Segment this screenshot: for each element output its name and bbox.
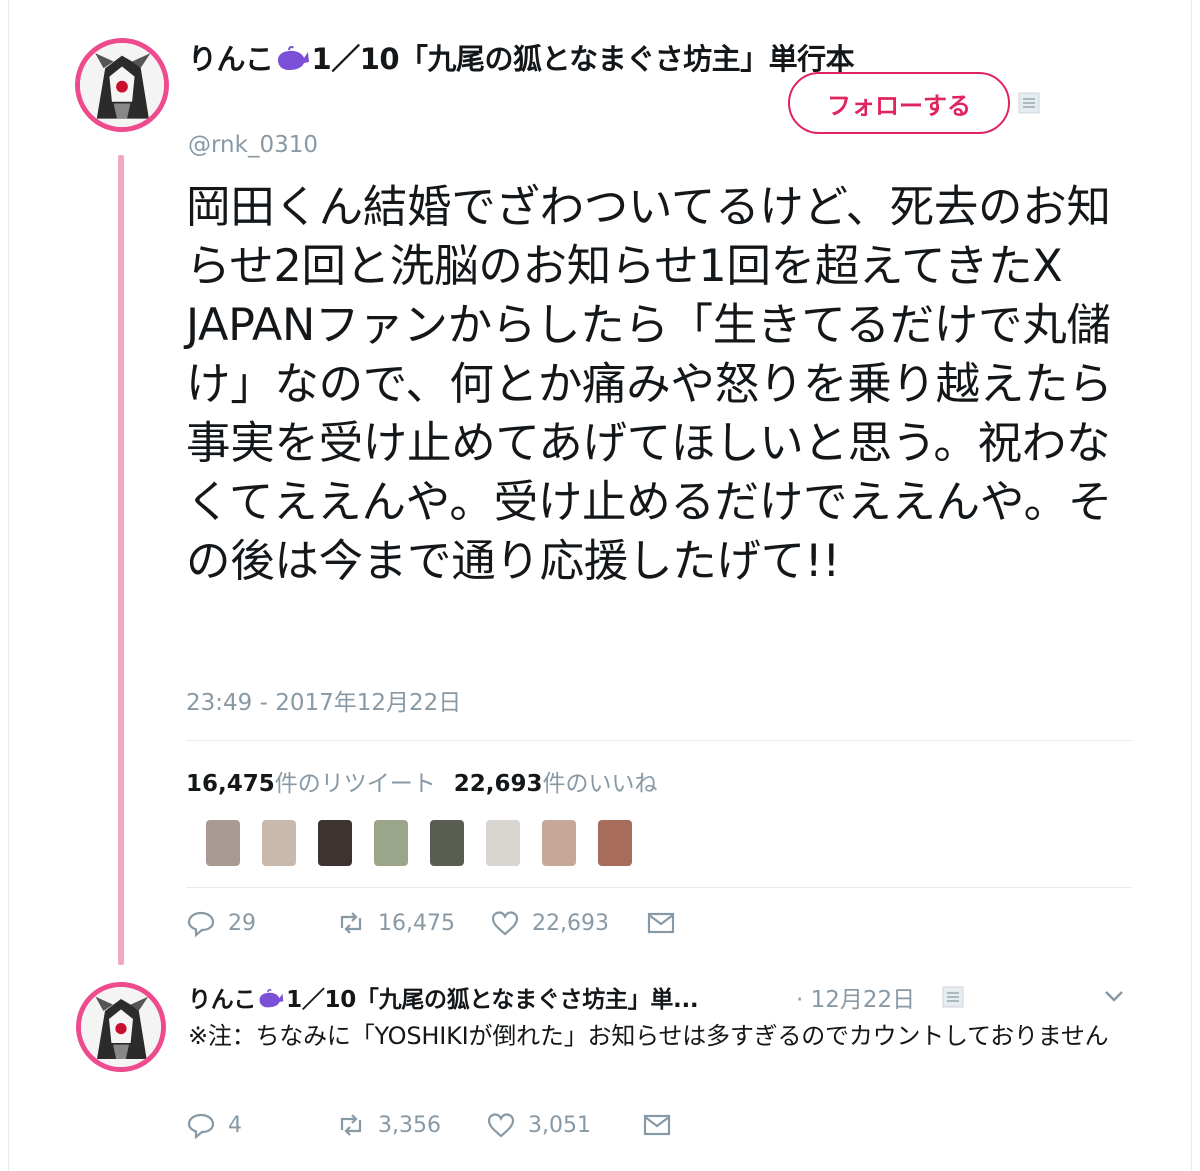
avatar-illustration [81, 987, 161, 1067]
reply-button[interactable]: 4 [186, 1110, 336, 1140]
envelope-icon [643, 1114, 671, 1136]
avatar-illustration [80, 43, 164, 127]
chevron-down-icon[interactable] [1100, 984, 1128, 1008]
reply-display-name-text: りんこ [188, 987, 257, 1013]
retweet-stat[interactable]: 16,475件のリツイート [186, 771, 436, 797]
like-action-count: 22,693 [532, 910, 609, 936]
heart-icon [491, 911, 519, 936]
more-icon[interactable] [1018, 92, 1040, 114]
liker-avatar[interactable] [374, 820, 408, 866]
reply-actions: 4 3,356 3,051 [186, 1110, 672, 1140]
like-label: 件のいいね [542, 771, 658, 797]
like-button[interactable]: 22,693 [490, 908, 646, 938]
like-action-count: 3,051 [528, 1112, 591, 1138]
reply-display-name[interactable]: りんこ 1／10「九尾の狐となまぐさ坊主」単... [188, 980, 699, 1014]
retweet-action-count: 3,356 [378, 1112, 441, 1138]
retweet-count: 16,475 [186, 771, 275, 797]
reply-text: ※注：ちなみに「YOSHIKIが倒れた」お知らせは多すぎるのでカウントしておりま… [188, 1022, 1109, 1050]
avatar[interactable] [75, 38, 169, 132]
reply-avatar[interactable] [76, 982, 166, 1072]
display-name-title: 1／10「九尾の狐となまぐさ坊主」単行本 [311, 42, 855, 76]
user-handle[interactable]: @rnk_0310 [188, 132, 318, 158]
likers-avatars [186, 800, 1132, 888]
reply-display-name-title: 1／10「九尾の狐となまぐさ坊主」単... [286, 987, 699, 1013]
reply-count: 29 [228, 910, 256, 936]
message-button[interactable] [646, 908, 676, 938]
liker-avatar[interactable] [206, 820, 240, 866]
retweet-button[interactable]: 3,356 [336, 1110, 486, 1140]
reply-icon [187, 911, 215, 938]
liker-avatar[interactable] [262, 820, 296, 866]
reply-count: 4 [228, 1112, 242, 1138]
liker-avatar[interactable] [318, 820, 352, 866]
reply-button[interactable]: 29 [186, 908, 336, 938]
follow-button[interactable]: フォローする [788, 72, 1010, 134]
like-count: 22,693 [453, 771, 543, 797]
display-name-text: りんこ [188, 42, 274, 76]
divider [186, 740, 1132, 741]
whale-icon [277, 46, 309, 70]
retweet-action-count: 16,475 [378, 910, 455, 936]
liker-avatar[interactable] [430, 820, 464, 866]
retweet-button[interactable]: 16,475 [336, 908, 490, 938]
reply-date[interactable]: · 12月22日 [796, 980, 915, 1014]
liker-avatar[interactable] [542, 820, 576, 866]
tweet-timestamp[interactable]: 23:49 - 2017年12月22日 [186, 683, 461, 717]
reply-icon [187, 1113, 215, 1140]
whale-icon [259, 989, 284, 1008]
envelope-icon [647, 912, 675, 934]
retweet-label: 件のリツイート [274, 771, 436, 797]
tweet-stats: 16,475件のリツイート 22,693件のいいね [186, 764, 658, 798]
thread-line [118, 155, 124, 965]
retweet-icon [340, 912, 362, 934]
more-icon[interactable] [942, 986, 964, 1008]
message-button[interactable] [642, 1110, 672, 1140]
liker-avatar[interactable] [598, 820, 632, 866]
heart-icon [487, 1113, 515, 1138]
liker-avatar[interactable] [486, 820, 520, 866]
retweet-icon [340, 1114, 362, 1136]
display-name[interactable]: りんこ 1／10「九尾の狐となまぐさ坊主」単行本 [188, 36, 855, 78]
like-button[interactable]: 3,051 [486, 1110, 642, 1140]
tweet-actions: 29 16,475 22,693 [186, 908, 676, 938]
like-stat[interactable]: 22,693件のいいね [454, 771, 658, 797]
tweet-text: 岡田くん結婚でざわついてるけど、死去のお知らせ2回と洗脳のお知らせ1回を超えてき… [186, 182, 1113, 587]
